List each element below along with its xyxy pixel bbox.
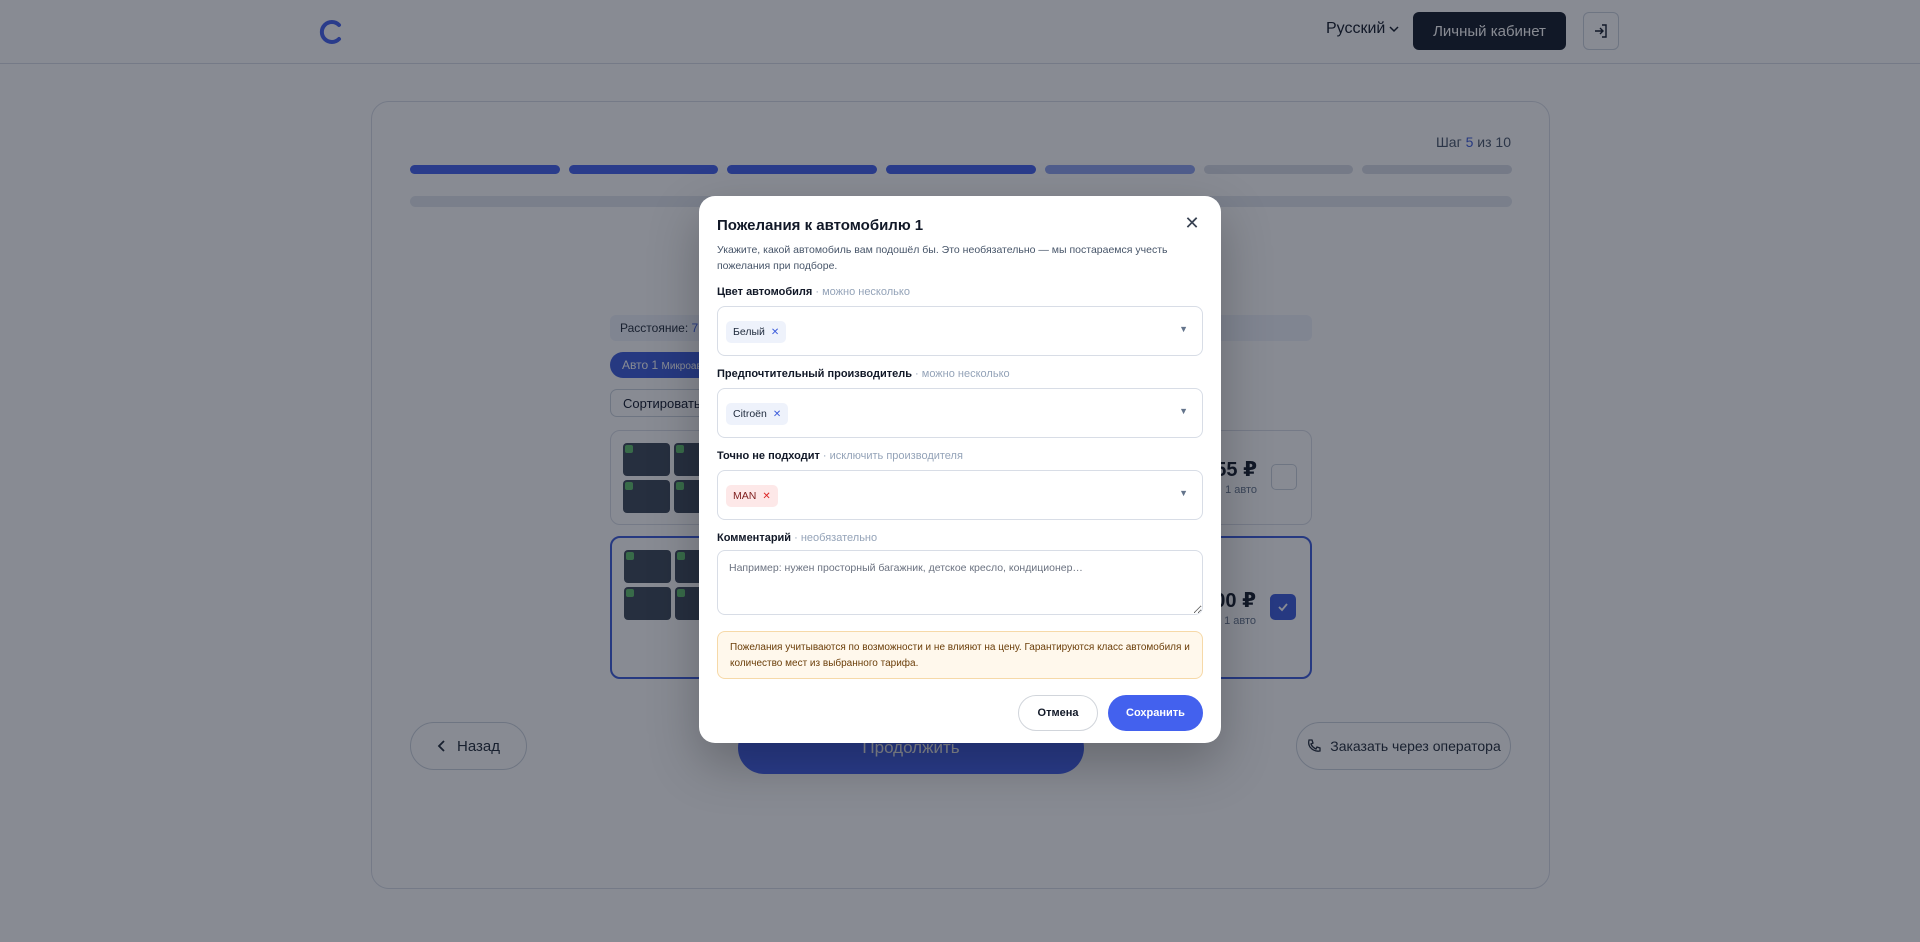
comment-field-label: Комментарий · необязательно [717,532,878,544]
modal-title: Пожелания к автомобилю 1 [717,217,924,234]
exclude-field-label: Точно не подходит · исключить производит… [717,450,963,462]
exclude-maker-select[interactable]: MAN ✕ ▼ [717,470,1203,520]
remove-tag-icon[interactable]: ✕ [762,491,770,502]
comment-textarea[interactable] [717,550,1203,615]
dropdown-arrow-icon: ▼ [1179,324,1188,334]
remove-tag-icon[interactable]: ✕ [773,409,781,420]
maker-field-label: Предпочтительный производитель · можно н… [717,368,1010,380]
color-field-label: Цвет автомобиля · можно несколько [717,286,910,298]
dropdown-arrow-icon: ▼ [1179,488,1188,498]
color-tag: Белый ✕ [726,321,787,343]
close-icon[interactable]: ✕ [1183,214,1201,232]
car-preferences-modal: Пожелания к автомобилю 1 ✕ Укажите, како… [699,196,1221,743]
modal-description: Укажите, какой автомобиль вам подошёл бы… [717,244,1168,272]
color-select[interactable]: Белый ✕ ▼ [717,306,1203,356]
maker-tag: Citroën ✕ [726,403,789,425]
maker-select[interactable]: Citroën ✕ ▼ [717,388,1203,438]
info-notice: Пожелания учитываются по возможности и н… [717,631,1203,679]
cancel-button[interactable]: Отмена [1018,695,1098,731]
dropdown-arrow-icon: ▼ [1179,406,1188,416]
excluded-maker-tag: MAN ✕ [726,485,778,507]
save-button[interactable]: Сохранить [1108,695,1203,731]
remove-tag-icon[interactable]: ✕ [771,327,779,338]
